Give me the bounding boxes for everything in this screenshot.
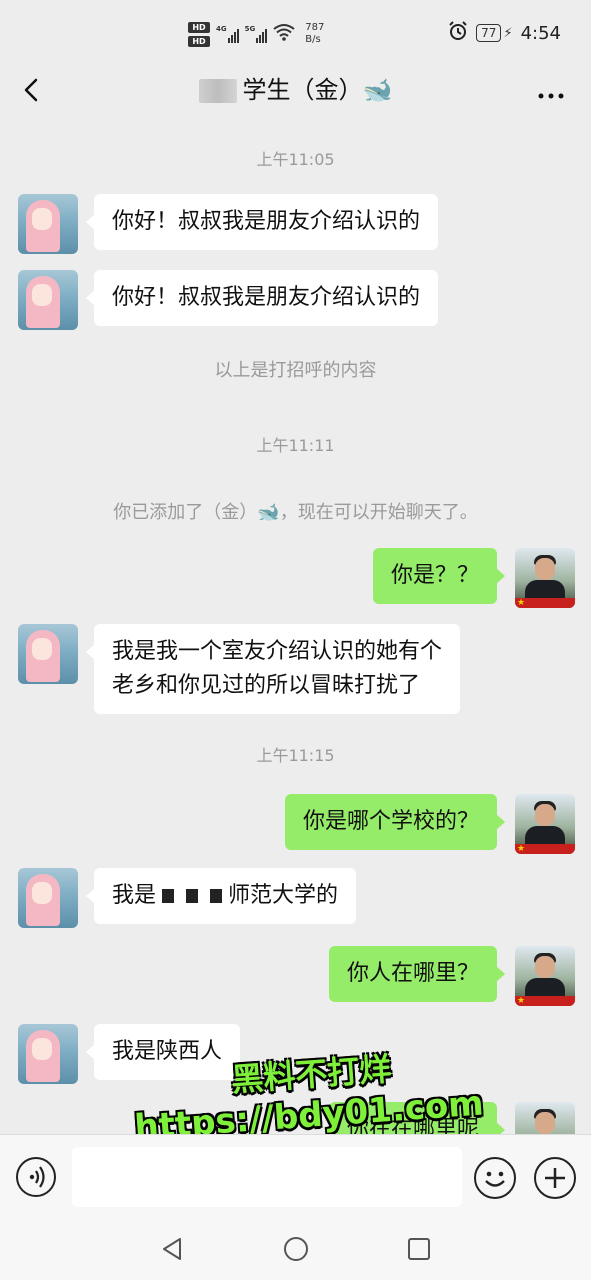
timestamp: 上午11:11 (256, 436, 335, 455)
charging-icon: ⚡ (503, 25, 513, 41)
input-bar (0, 1134, 591, 1220)
my-avatar[interactable]: ★ (515, 946, 575, 1006)
contact-avatar[interactable] (18, 624, 78, 684)
redaction-mark (162, 889, 175, 903)
voice-icon[interactable] (16, 1157, 56, 1197)
nav-recents-icon[interactable] (404, 1234, 434, 1264)
system-note: 你已添加了（金）🐋，现在可以开始聊天了。 (113, 502, 478, 523)
message-line: 我是我一个室友介绍认识的她有个 (112, 639, 443, 664)
system-nav-bar (0, 1220, 591, 1280)
status-left: HD HD 4G 5G 787 B/s (188, 16, 324, 52)
status-right: 77 ⚡ 4:54 (448, 20, 561, 46)
timestamp: 上午11:15 (256, 746, 335, 765)
plus-icon[interactable] (534, 1157, 576, 1199)
status-bar: HD HD 4G 5G 787 B/s 77 ⚡ 4:54 (0, 0, 591, 60)
timestamp: 上午11:05 (256, 150, 335, 169)
more-dots-icon[interactable] (537, 86, 565, 100)
hd-badge: HD (188, 35, 210, 47)
my-avatar[interactable]: ★ (515, 1102, 575, 1134)
battery-indicator: 77 ⚡ (476, 24, 513, 42)
nav-back-icon[interactable] (158, 1234, 188, 1264)
clock: 4:54 (520, 22, 561, 44)
message-bubble-in[interactable]: 你好！叔叔我是朋友介绍认识的 (85, 194, 439, 250)
battery-level: 77 (476, 24, 502, 42)
nav-home-icon[interactable] (281, 1234, 311, 1264)
system-note: 以上是打招呼的内容 (214, 360, 377, 381)
contact-avatar[interactable] (18, 270, 78, 330)
message-bubble-out[interactable]: 你在在哪里呢 (328, 1102, 506, 1134)
message-line: 老乡和你见过的所以冒昧打扰了 (112, 673, 421, 698)
signal-4g-icon: 4G (216, 25, 239, 43)
message-input[interactable] (72, 1147, 462, 1207)
message-bubble-in[interactable]: 我是陕西人 (85, 1024, 241, 1080)
chat-header: 学生（金）🐋 (0, 60, 591, 122)
wifi-icon (273, 23, 295, 45)
message-suffix: 师范大学的 (228, 883, 339, 908)
contact-avatar[interactable] (18, 194, 78, 254)
net-speed: 787 B/s (305, 22, 325, 45)
blurred-name (198, 79, 237, 103)
my-avatar[interactable]: ★ (515, 794, 575, 854)
signal-5g-icon: 5G (245, 25, 268, 43)
redaction-mark (210, 889, 223, 903)
my-avatar[interactable]: ★ (515, 548, 575, 608)
message-bubble-in[interactable]: 你好！叔叔我是朋友介绍认识的 (85, 270, 439, 326)
message-bubble-in[interactable]: 我是我一个室友介绍认识的她有个 老乡和你见过的所以冒昧打扰了 (85, 624, 461, 714)
redaction-mark (186, 889, 199, 903)
alarm-icon (448, 21, 468, 45)
message-bubble-out[interactable]: 你是？？ (372, 548, 506, 604)
message-bubble-out[interactable]: 你是哪个学校的？ (284, 794, 506, 850)
emoji-icon[interactable] (474, 1157, 516, 1199)
message-bubble-in[interactable]: 我是 师范大学的 (85, 868, 357, 924)
message-bubble-out[interactable]: 你人在哪里？ (328, 946, 506, 1002)
contact-avatar[interactable] (18, 1024, 78, 1084)
message-list[interactable]: 上午11:05 你好！叔叔我是朋友介绍认识的 你好！叔叔我是朋友介绍认识的 以上… (0, 122, 591, 1134)
hd-badge: HD (188, 21, 210, 33)
whale-emoji: 🐋 (362, 76, 393, 104)
hd-badges: HD HD (188, 21, 210, 47)
chat-title: 学生（金）🐋 (0, 74, 591, 106)
contact-avatar[interactable] (18, 868, 78, 928)
message-prefix: 我是 (112, 883, 157, 908)
